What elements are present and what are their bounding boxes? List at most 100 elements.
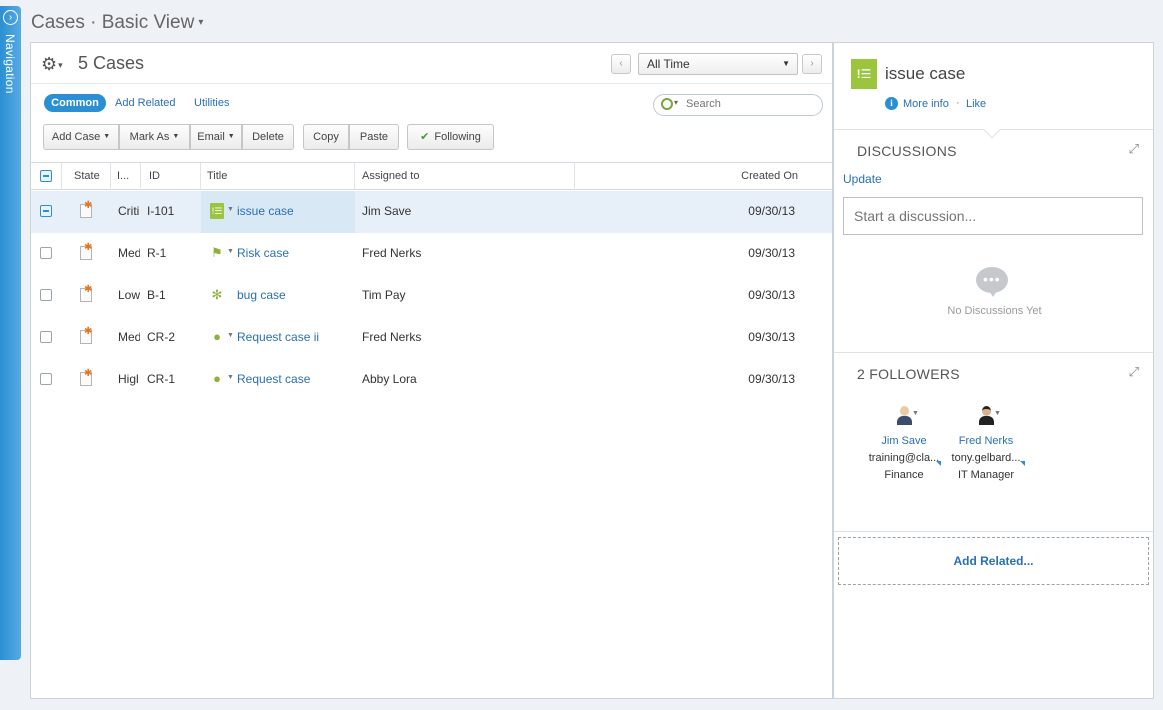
update-tab[interactable]: Update [843,172,882,186]
time-filter-value: All Time [647,57,690,71]
search-options-icon: ▾ [674,98,679,107]
assigned-to: Jim Save [362,204,412,218]
search-box[interactable]: ▾ [653,94,823,116]
view-dropdown-icon: ▾ [198,17,204,29]
row-checkbox[interactable] [40,205,52,217]
prev-page-button[interactable]: ‹ [611,54,631,74]
lightbulb-icon: ● [213,371,221,386]
column-created-on[interactable]: Created On [575,163,832,190]
divider [834,352,1153,353]
delete-button[interactable]: Delete [242,124,294,150]
flag-icon: ⚑ [211,245,223,260]
state-new-icon [80,368,92,386]
case-title-link[interactable]: bug case [237,288,286,302]
follower-role: Finance [884,469,924,481]
column-state[interactable]: State [62,163,111,190]
time-filter-select[interactable]: All Time ▼ [638,53,798,75]
follower-email: tony.gelbard... [951,452,1021,464]
case-title-link[interactable]: issue case [237,204,294,218]
column-id[interactable]: ID [141,163,201,190]
issue-list-icon: !☰ [851,59,877,89]
follower-card[interactable]: ▼ Jim Save training@cla... Finance [864,405,944,481]
follower-card[interactable]: ▼ Fred Nerks tony.gelbard... IT Manager [946,405,1026,481]
followers-heading: 2 FOLLOWERS [857,366,960,382]
created-on: 09/30/13 [748,246,795,260]
email-button[interactable]: Email ▼ [190,124,242,150]
chevron-down-icon: ▼ [227,133,235,141]
add-related-button[interactable]: Add Related... [838,537,1149,585]
importance: Criti [118,204,140,218]
navigation-tab[interactable]: › Navigation [0,6,21,660]
discussions-heading: DISCUSSIONS [857,143,957,159]
table-row[interactable]: Med CR-2 ● ▼ Request case ii Fred Nerks … [31,317,832,359]
column-title[interactable]: Title [201,163,355,190]
tab-add-related[interactable]: Add Related [115,97,176,109]
row-checkbox[interactable] [40,373,52,385]
expand-icon[interactable]: ⤢ [1129,364,1139,380]
paste-button[interactable]: Paste [349,124,399,150]
page-title[interactable]: Cases · Basic View ▾ [31,12,203,34]
following-label: Following [434,131,481,143]
navigation-arrow-icon: › [3,10,18,25]
grid-header: State I... ID Title Assigned to Created … [31,162,832,190]
importance: Med [118,330,140,344]
no-discussions-text: No Discussions Yet [947,305,1042,317]
copy-button[interactable]: Copy [303,124,349,150]
chevron-down-icon[interactable]: ▼ [912,410,919,417]
following-button[interactable]: ✔ Following [407,124,494,150]
importance: Low [118,288,140,302]
row-checkbox[interactable] [40,289,52,301]
search-input[interactable] [686,98,816,110]
chevron-down-icon[interactable]: ▼ [994,410,1001,417]
tab-common[interactable]: Common [44,94,106,112]
add-case-label: Add Case [51,131,101,143]
follower-name[interactable]: Fred Nerks [946,435,1026,447]
case-title-link[interactable]: Request case [237,372,310,386]
follower-role: IT Manager [957,469,1015,481]
case-title-link[interactable]: Request case ii [237,330,319,344]
state-new-icon [80,326,92,344]
table-row[interactable]: Low B-1 ✻ bug case Tim Pay 09/30/13 [31,275,832,317]
column-assigned-to[interactable]: Assigned to [355,163,575,190]
table-row[interactable]: Higl CR-1 ● ▼ Request case Abby Lora 09/… [31,359,832,401]
table-row[interactable]: Med R-1 ⚑ ▼ Risk case Fred Nerks 09/30/1… [31,233,832,275]
row-checkbox[interactable] [40,331,52,343]
chevron-down-icon: ▼ [103,133,111,141]
case-title-link[interactable]: Risk case [237,246,289,260]
expand-icon[interactable]: ⤢ [1129,141,1139,157]
bug-icon: ✻ [211,287,223,302]
assigned-to: Fred Nerks [362,330,422,344]
follower-email: training@cla... [868,452,940,464]
info-icon: i [885,97,898,110]
table-row[interactable]: Criti I-101 !☰ ▼ issue case Jim Save 09/… [31,191,832,233]
discussion-input[interactable] [843,197,1143,235]
mark-as-button[interactable]: Mark As ▼ [119,124,190,150]
select-all-checkbox[interactable] [40,170,52,182]
case-id: B-1 [147,288,166,302]
dropdown-arrow-icon: ▼ [782,59,790,68]
navigation-label: Navigation [3,34,17,94]
follower-name[interactable]: Jim Save [864,435,944,447]
chevron-down-icon[interactable]: ▼ [227,248,234,255]
chevron-down-icon[interactable]: ▼ [227,374,234,381]
gear-menu-button[interactable]: ⚙▾ [41,54,63,75]
chevron-down-icon[interactable]: ▼ [227,332,234,339]
divider [31,83,832,84]
more-info-link[interactable]: More info [903,98,949,110]
add-case-button[interactable]: Add Case ▼ [43,124,119,150]
row-checkbox[interactable] [40,247,52,259]
issue-list-icon: !☰ [210,203,224,219]
like-link[interactable]: Like [966,98,986,110]
select-all-cell [31,163,62,190]
corner-marker-icon [1020,461,1025,466]
next-page-button[interactable]: › [802,54,822,74]
chevron-down-icon[interactable]: ▼ [227,206,234,213]
tab-utilities[interactable]: Utilities [194,97,229,109]
created-on: 09/30/13 [748,288,795,302]
case-id: CR-2 [147,330,176,344]
avatar [978,405,994,425]
column-importance[interactable]: I... [111,163,141,190]
cases-list-panel: ⚙▾ 5 Cases ‹ All Time ▼ › Common Add Rel… [30,42,833,699]
importance: Med [118,246,140,260]
created-on: 09/30/13 [748,372,795,386]
